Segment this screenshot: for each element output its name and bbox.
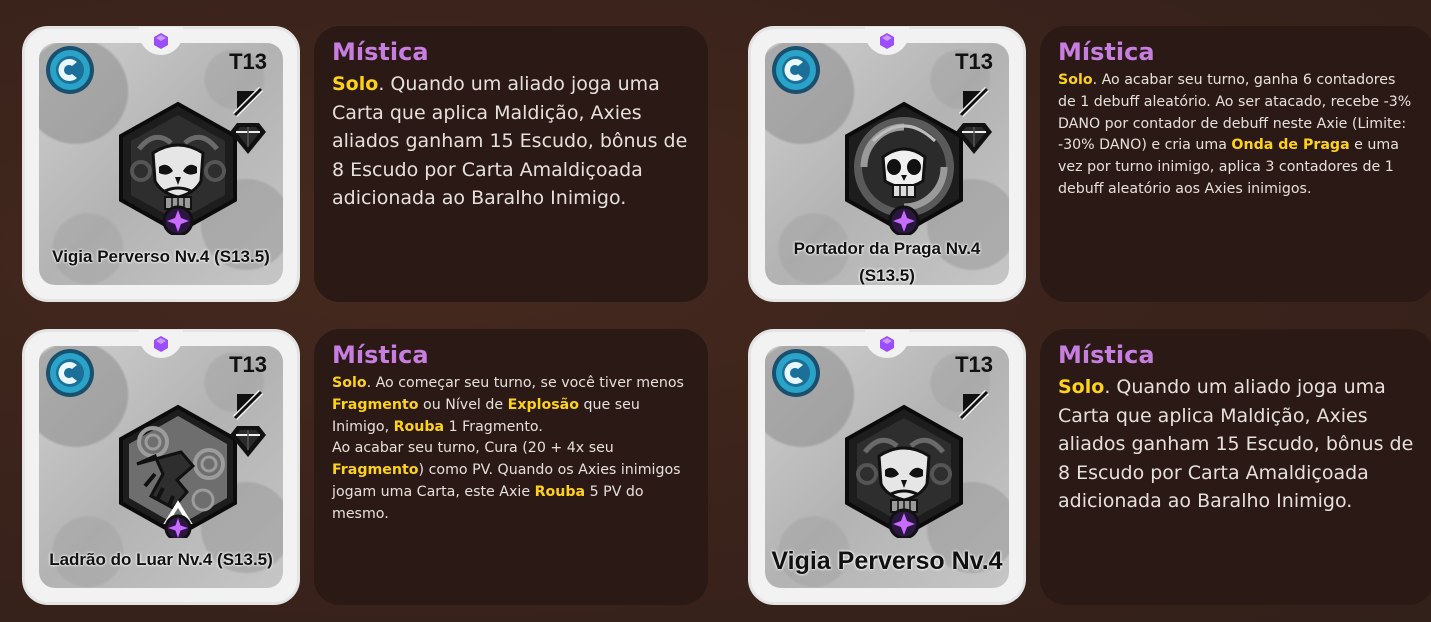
card-entry-4: T13 Vigia Perverso Nv.4 Mística Solo. Qu… <box>726 329 1431 605</box>
description-text: Ao acabar seu turno, Cura (20 + 4x seu <box>332 440 614 457</box>
tier-label: T13 <box>955 49 993 74</box>
description-text: . Quando um aliado joga uma Carta que ap… <box>332 73 688 209</box>
ability-panel: Mística Solo. Quando um aliado joga uma … <box>314 26 708 302</box>
keyword-highlight: Solo <box>1058 72 1093 88</box>
card-entry-2: T13 Portador da Praga Nv.4 (S13.5) Místi… <box>726 26 1431 302</box>
no-attack-icon <box>958 389 990 421</box>
ability-class-title: Mística <box>332 38 429 66</box>
card-entry-3: T13 Ladrão do Luar Nv.4 (S13.5) Mística … <box>0 329 708 605</box>
ability-description: Solo. Ao começar seu turno, se você tive… <box>332 373 690 526</box>
description-text: ou Nível de <box>418 396 508 413</box>
keyword-highlight: Rouba <box>534 483 586 500</box>
card-name: Vigia Perverso Nv.4 <box>771 547 1003 575</box>
description-text: 1 Fragmento. <box>444 418 543 435</box>
description-text: . Ao começar seu turno, se você tiver me… <box>366 375 684 391</box>
gem-shield-icon <box>956 123 992 154</box>
keyword-highlight: Solo <box>332 73 379 95</box>
ability-panel: Mística Solo. Quando um aliado joga uma … <box>1040 329 1431 605</box>
mystic-class-icon <box>46 349 94 397</box>
keyword-highlight: Fragmento <box>332 396 419 413</box>
ability-class-title: Mística <box>332 341 429 369</box>
tier-label: T13 <box>229 352 267 377</box>
keyword-highlight: Fragmento <box>332 462 419 479</box>
mystic-gem-icon <box>154 33 168 49</box>
tier-label: T13 <box>229 49 267 74</box>
mystic-class-icon <box>772 46 820 94</box>
mystic-gem-icon <box>880 33 894 49</box>
mystic-gem-icon <box>880 336 894 352</box>
card[interactable]: T13 Vigia Perverso Nv.4 <box>748 329 1026 605</box>
sad-skull-icon <box>841 404 967 540</box>
mystic-gem-icon <box>154 336 168 352</box>
tier-label: T13 <box>955 352 993 377</box>
gem-shield-icon <box>230 426 266 457</box>
sad-skull-icon <box>115 101 241 237</box>
ability-description: Solo. Quando um aliado joga uma Carta qu… <box>332 70 690 213</box>
card[interactable]: T13 Vigia Perverso Nv.4 (S13.5) <box>22 26 300 302</box>
gem-shield-icon <box>230 123 266 154</box>
keyword-highlight: Onda de Praga <box>1231 137 1350 154</box>
description-text: . Quando um aliado joga uma Carta que ap… <box>1058 376 1414 512</box>
moon-thief-icon <box>115 404 241 542</box>
no-attack-icon <box>232 389 264 421</box>
ability-panel: Mística Solo. Ao começar seu turno, se v… <box>314 329 708 605</box>
card-name: Vigia Perverso Nv.4 (S13.5) <box>52 247 270 266</box>
mystic-class-icon <box>46 46 94 94</box>
ability-class-title: Mística <box>1058 38 1155 66</box>
card-name: Portador da Praga Nv.4 (S13.5) <box>793 239 981 285</box>
no-attack-icon <box>958 86 990 118</box>
keyword-highlight: Explosão <box>507 396 579 413</box>
ability-description: Solo. Quando um aliado joga uma Carta qu… <box>1058 373 1416 516</box>
keyword-highlight: Solo <box>332 375 367 391</box>
no-attack-icon <box>232 86 264 118</box>
plague-skull-icon <box>841 101 967 237</box>
ability-panel: Mística Solo. Ao acabar seu turno, ganha… <box>1040 26 1431 302</box>
keyword-highlight: Rouba <box>393 418 445 435</box>
card-name: Ladrão do Luar Nv.4 (S13.5) <box>49 550 273 569</box>
ability-description: Solo. Ao acabar seu turno, ganha 6 conta… <box>1058 70 1416 201</box>
mystic-class-icon <box>772 349 820 397</box>
ability-class-title: Mística <box>1058 341 1155 369</box>
card[interactable]: T13 Portador da Praga Nv.4 (S13.5) <box>748 26 1026 302</box>
card[interactable]: T13 Ladrão do Luar Nv.4 (S13.5) <box>22 329 300 605</box>
keyword-highlight: Solo <box>1058 376 1105 398</box>
card-entry-1: T13 Vigia Perverso Nv.4 (S13.5) Mística … <box>0 26 708 302</box>
